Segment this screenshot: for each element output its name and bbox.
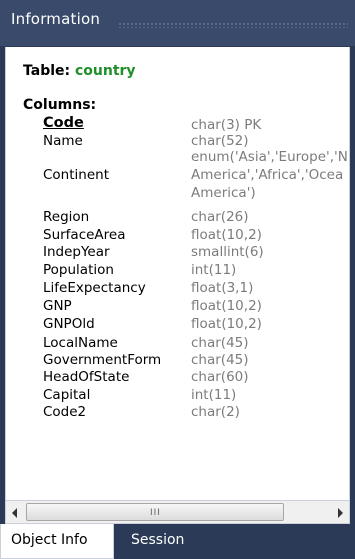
horizontal-scrollbar[interactable]: III: [5, 500, 350, 524]
column-type-headofstate: char(60): [191, 369, 249, 385]
panel-tabs: Object Info Session: [0, 524, 355, 559]
scrollbar-thumb[interactable]: III: [26, 503, 284, 521]
column-type-name: char(52): [191, 133, 249, 149]
column-name-headofstate: HeadOfState: [43, 369, 130, 385]
column-name-code2: Code2: [43, 404, 87, 420]
column-type-region: char(26): [191, 209, 249, 225]
column-name-population: Population: [43, 262, 114, 278]
table-name: country: [74, 63, 136, 79]
columns-heading: Columns:: [23, 97, 97, 113]
column-name-capital: Capital: [43, 387, 91, 403]
column-name-localname: LocalName: [43, 335, 118, 351]
tab-object-info[interactable]: Object Info: [0, 524, 114, 559]
column-type-capital: int(11): [191, 387, 237, 403]
titlebar-grip: [118, 22, 348, 28]
column-type-governmentform: char(45): [191, 352, 249, 368]
column-type-population: int(11): [191, 262, 237, 278]
column-name-gnp: GNP: [43, 298, 72, 314]
column-name-continent: Continent: [43, 167, 109, 183]
column-type-continent-line2: America','Africa','Ocea: [191, 167, 344, 183]
table-label: Table:: [23, 63, 71, 79]
column-name-governmentform: GovernmentForm: [43, 352, 162, 368]
column-type-gnpold: float(10,2): [191, 316, 262, 332]
column-name-surfacearea: SurfaceArea: [43, 227, 126, 243]
panel-titlebar[interactable]: Information: [0, 0, 355, 47]
tab-session[interactable]: Session: [121, 524, 194, 559]
column-type-lifeexpectancy: float(3,1): [191, 280, 254, 296]
column-type-indepyear: smallint(6): [191, 244, 264, 260]
column-name-gnpold: GNPOld: [43, 316, 95, 332]
column-name-name: Name: [43, 133, 83, 149]
column-type-code: char(3) PK: [191, 117, 262, 133]
column-type-surfacearea: float(10,2): [191, 227, 262, 243]
column-type-continent-line3: America'): [191, 185, 256, 201]
column-name-code: Code: [43, 115, 84, 131]
scroll-left-arrow-icon[interactable]: [12, 508, 17, 518]
scrollbar-grip: III: [150, 508, 161, 518]
table-heading: Table: country: [23, 63, 136, 79]
panel-title: Information: [11, 10, 101, 28]
information-panel: Information Table: country Columns: Code…: [0, 0, 355, 559]
column-name-lifeexpectancy: LifeExpectancy: [43, 280, 146, 296]
column-type-localname: char(45): [191, 335, 249, 351]
scroll-right-arrow-icon[interactable]: [338, 508, 343, 518]
column-type-gnp: float(10,2): [191, 298, 262, 314]
column-type-continent-line1: enum('Asia','Europe','N: [191, 149, 348, 165]
column-name-region: Region: [43, 209, 90, 225]
column-name-indepyear: IndepYear: [43, 244, 110, 260]
object-info-content: Table: country Columns: Code char(3) PK …: [5, 47, 350, 500]
column-type-code2: char(2): [191, 404, 240, 420]
